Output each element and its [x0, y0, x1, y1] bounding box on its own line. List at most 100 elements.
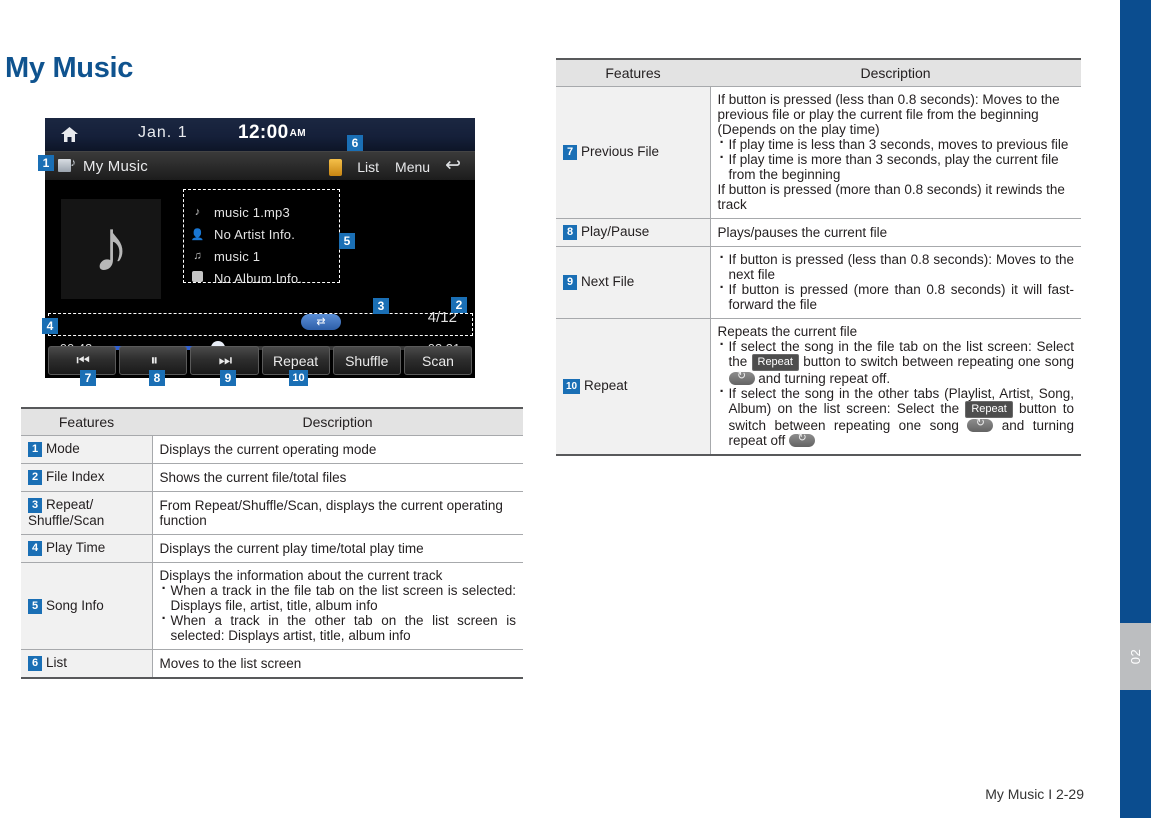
left-header-description: Description [152, 407, 523, 436]
feature-badge: 4 [28, 541, 42, 556]
feature-badge: 2 [28, 470, 42, 485]
description-text: Shows the current file/total files [159, 469, 347, 485]
head-unit-title-bar: My Music List Menu ↩ [45, 151, 475, 181]
table-row: 8 Play/Pause Plays/pauses the current fil… [556, 218, 1081, 247]
scan-button[interactable]: Scan [403, 346, 473, 375]
description-bullet: When a track in the file tab on the list… [160, 580, 516, 613]
head-unit-body: ♪ ♪ music 1.mp3 👤 No Artist Info. ♫ musi… [45, 181, 475, 378]
mode-label: My Music [83, 157, 148, 175]
song-info-panel: ♪ music 1.mp3 👤 No Artist Info. ♫ music … [183, 197, 346, 289]
description-bullet: If button is pressed (less than 0.8 seco… [718, 249, 1074, 282]
description-text: From Repeat/Shuffle/Scan, displays the c… [159, 497, 503, 528]
feature-label: Next File [581, 274, 635, 289]
feature-cell: 8 Play/Pause [556, 218, 710, 247]
callout-5: 5 [339, 233, 355, 249]
feature-cell: 1 Mode [21, 435, 152, 464]
feature-cell: 2 File Index [21, 463, 152, 492]
feature-cell: 9 Next File [556, 246, 710, 319]
description-text: If button is pressed (less than 0.8 seco… [717, 92, 1060, 137]
chapter-number: 02 [1128, 648, 1143, 665]
right-header-description: Description [710, 58, 1081, 87]
table-row: 3 Repeat/ Shuffle/Scan From Repeat/Shuffl… [21, 491, 523, 535]
album-icon [190, 271, 205, 285]
inline-repeat-button[interactable]: Repeat [751, 354, 799, 371]
home-icon[interactable] [59, 125, 79, 145]
description-bullet: If select the song in the file tab on th… [718, 336, 1074, 386]
head-unit-screenshot: Jan. 1 12:00AM My Music List Menu ↩ ♪ ♪ … [45, 118, 475, 378]
callout-4: 4 [42, 318, 58, 334]
feature-badge: 7 [563, 145, 577, 160]
table-row: 6 List Moves to the list screen [21, 649, 523, 679]
feature-cell: 7 Previous File [556, 86, 710, 219]
status-ampm: AM [289, 128, 306, 139]
usb-icon [329, 158, 343, 176]
description-cell: Moves to the list screen [151, 649, 523, 679]
callout-2: 2 [451, 297, 467, 313]
description-cell: Displays the current play time/total pla… [151, 534, 523, 563]
feature-label: Play Time [46, 540, 106, 555]
description-bullet: If play time is more than 3 seconds, pla… [718, 149, 1075, 182]
feature-badge: 6 [28, 656, 42, 671]
right-header-features: Features [556, 58, 710, 87]
description-text: Plays/pauses the current file [717, 224, 888, 240]
page-title: My Music [5, 52, 134, 84]
description-cell: Repeats the current file If select the s… [709, 318, 1081, 456]
callout-6: 6 [347, 135, 363, 151]
feature-cell: 10 Repeat [556, 318, 710, 456]
music-note-icon: ♪ [92, 204, 130, 287]
status-date: Jan. 1 [138, 124, 188, 141]
callout-7: 7 [80, 370, 96, 386]
callout-10: 10 [289, 370, 308, 386]
song-artist: No Artist Info. [214, 226, 296, 242]
shuffle-button[interactable]: Shuffle [332, 346, 401, 375]
description-bullet: If play time is less than 3 seconds, mov… [718, 134, 1075, 152]
description-bullet: When a track in the other tab on the lis… [160, 610, 516, 643]
description-bullet: If button is pressed (more than 0.8 seco… [718, 279, 1074, 312]
shuffle-indicator-icon: ⇄ [301, 314, 341, 330]
song-info-row: No Album Info. [190, 267, 346, 289]
song-info-row: ♫ music 1 [190, 245, 346, 267]
description-text: Displays the current operating mode [159, 441, 377, 457]
list-button[interactable]: List [350, 157, 386, 177]
feature-badge: 1 [28, 442, 42, 457]
description-cell: If button is pressed (less than 0.8 seco… [709, 246, 1081, 319]
feature-cell: 6 List [21, 649, 152, 679]
description-text: Repeats the current file [717, 324, 858, 339]
artist-icon: 👤 [190, 228, 205, 241]
feature-cell: 3 Repeat/ Shuffle/Scan [21, 491, 152, 535]
back-arrow-icon[interactable]: ↩ [439, 154, 469, 180]
callout-3: 3 [373, 298, 389, 314]
page-footer: My Music I 2-29 [985, 786, 1084, 802]
feature-label: Mode [46, 441, 80, 456]
left-header-features: Features [21, 407, 152, 436]
description-text: Moves to the list screen [159, 655, 302, 671]
table-row: 10 Repeat Repeats the current file If sel… [556, 318, 1081, 456]
status-time: 12:00 [238, 122, 289, 143]
table-row: 9 Next File If button is pressed (less th… [556, 246, 1081, 319]
table-row: 7 Previous File If button is pressed (les… [556, 86, 1081, 219]
description-cell: If button is pressed (less than 0.8 seco… [709, 86, 1081, 219]
repeat-off-icon [789, 431, 816, 447]
table-row: 4 Play Time Displays the current play tim… [21, 534, 523, 563]
feature-label: Previous File [581, 144, 660, 159]
title-icon: ♫ [193, 250, 202, 262]
description-cell: Displays the information about the curre… [151, 562, 523, 650]
description-bullet: If select the song in the other tabs (Pl… [718, 383, 1074, 448]
feature-cell: 5 Song Info [21, 562, 152, 650]
callout-1: 1 [38, 155, 54, 171]
feature-label: File Index [46, 469, 105, 484]
song-album: No Album Info. [214, 270, 303, 286]
feature-badge: 9 [563, 275, 577, 290]
description-cell: Displays the current operating mode [151, 435, 523, 464]
table-row: 1 Mode Displays the current operating mod… [21, 435, 523, 464]
song-title: music 1 [214, 248, 261, 264]
feature-label: List [46, 655, 68, 670]
menu-button[interactable]: Menu [388, 157, 437, 177]
head-unit-status-bar: Jan. 1 12:00AM [45, 118, 475, 151]
feature-badge: 5 [28, 598, 42, 614]
table-row: 5 Song Info Displays the information abou… [21, 562, 523, 650]
repeat-one-icon [967, 416, 994, 432]
chapter-edge-bar [1120, 0, 1151, 818]
feature-label: Play/Pause [581, 224, 650, 239]
table-row: 2 File Index Shows the current file/total… [21, 463, 523, 492]
